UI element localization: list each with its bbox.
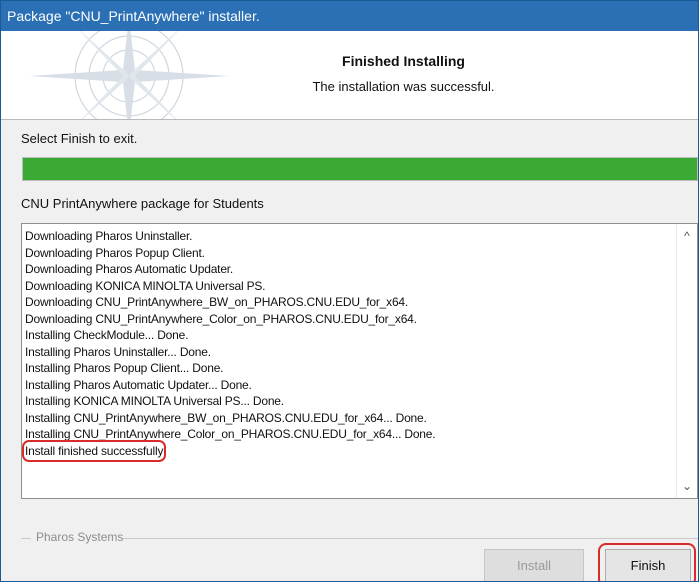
progress-bar — [22, 157, 698, 181]
pharos-systems-label: Pharos Systems — [36, 530, 130, 544]
header-title: Finished Installing — [342, 53, 465, 69]
log-lines: Downloading Pharos Uninstaller. Download… — [21, 228, 673, 462]
log-line: Downloading Pharos Automatic Updater. — [25, 262, 234, 276]
progress-fill — [23, 158, 697, 180]
package-label: CNU PrintAnywhere package for Students — [21, 196, 264, 211]
group-divider-right — [123, 538, 698, 539]
success-highlight: Install finished successfully — [21, 439, 167, 462]
vertical-scrollbar[interactable]: ^ ⌄ — [676, 224, 697, 498]
log-line: Downloading CNU_PrintAnywhere_Color_on_P… — [25, 311, 417, 326]
log-line: Installing CNU_PrintAnywhere_Color_on_PH… — [25, 427, 436, 441]
install-button[interactable]: Install — [484, 549, 584, 581]
log-line: Downloading Pharos Uninstaller. — [25, 229, 193, 243]
log-line: Installing Pharos Automatic Updater... D… — [25, 377, 252, 392]
header-banner: Finished Installing The installation was… — [1, 31, 698, 120]
scroll-down-arrow-icon[interactable]: ⌄ — [677, 476, 697, 496]
select-finish-text: Select Finish to exit. — [21, 131, 138, 146]
log-line-final: Install finished successfully — [21, 439, 673, 462]
log-line: Downloading CNU_PrintAnywhere_BW_on_PHAR… — [25, 295, 409, 309]
compass-rose-icon — [29, 31, 229, 119]
group-divider-left — [21, 538, 31, 539]
finish-highlight-ring — [598, 543, 696, 581]
header-subtitle: The installation was successful. — [312, 79, 495, 94]
log-line: Installing KONICA MINOLTA Universal PS..… — [25, 394, 284, 408]
log-line: Downloading Pharos Popup Client. — [25, 245, 205, 260]
log-line: Installing Pharos Popup Client... Done. — [25, 361, 224, 375]
log-line: Installing Pharos Uninstaller... Done. — [25, 344, 211, 359]
installer-window: Package "CNU_PrintAnywhere" installer. F… — [0, 0, 699, 582]
window-title: Package "CNU_PrintAnywhere" installer. — [1, 1, 698, 31]
log-line: Downloading KONICA MINOLTA Universal PS. — [25, 278, 266, 293]
install-log[interactable]: Downloading Pharos Uninstaller. Download… — [21, 223, 698, 499]
log-line: Installing CNU_PrintAnywhere_BW_on_PHARO… — [25, 410, 427, 425]
log-line: Installing CheckModule... Done. — [25, 328, 189, 342]
scroll-up-arrow-icon[interactable]: ^ — [677, 226, 697, 246]
